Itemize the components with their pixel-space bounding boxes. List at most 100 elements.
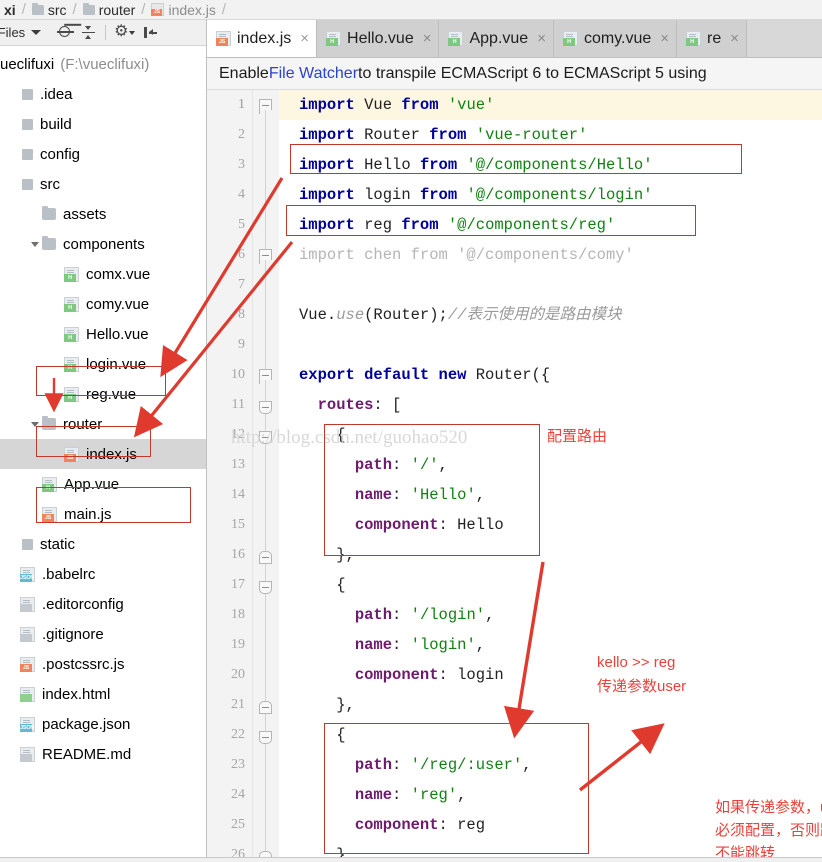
tree-item-label: package.json xyxy=(42,715,131,733)
tree-item-index-html[interactable]: index.html xyxy=(0,679,206,709)
tree-item-build[interactable]: build xyxy=(0,109,206,139)
tree-item-main-js[interactable]: JS main.js xyxy=(0,499,206,529)
file-watcher-link[interactable]: File Watcher xyxy=(269,65,358,83)
line-number: 15 xyxy=(231,517,245,532)
tree-item-config[interactable]: config xyxy=(0,139,206,169)
tree-item-postcssrc-js[interactable]: JS .postcssrc.js xyxy=(0,649,206,679)
chevron-down-icon[interactable] xyxy=(30,239,41,250)
code-line-20[interactable]: component: login xyxy=(299,660,504,690)
breadcrumb-label-src: src xyxy=(47,1,67,18)
code-text-area[interactable]: import Vue from 'vue' import Router from … xyxy=(231,90,822,861)
tab-label: re xyxy=(707,29,722,47)
code-line-24[interactable]: name: 'reg', xyxy=(299,780,467,810)
fold-marker-line-6[interactable] xyxy=(259,249,274,264)
collapse-all-icon[interactable] xyxy=(80,24,97,41)
tree-item-src[interactable]: src xyxy=(0,169,206,199)
tree-item-components[interactable]: components xyxy=(0,229,206,259)
tree-item-static[interactable]: static xyxy=(0,529,206,559)
tab-close-icon[interactable]: × xyxy=(423,31,432,46)
fold-marker-line-16[interactable] xyxy=(259,551,274,564)
chevron-down-icon[interactable] xyxy=(31,30,42,35)
tree-item-gitignore[interactable]: .gitignore xyxy=(0,619,206,649)
project-files-label[interactable]: ct Files xyxy=(0,25,25,40)
tab-index-js[interactable]: JS index.js × xyxy=(207,20,318,57)
code-line-3[interactable]: import Hello from '@/components/Hello' xyxy=(299,150,653,180)
tab-app-vue[interactable]: H App.vue × xyxy=(439,20,554,57)
tab-close-icon[interactable]: × xyxy=(300,31,309,46)
toolbar-divider xyxy=(105,25,107,40)
tree-root-row[interactable]: ueclifuxi (F:\vueclifuxi) xyxy=(0,49,206,79)
code-line-15[interactable]: component: Hello xyxy=(299,510,504,540)
code-line-5[interactable]: import reg from '@/components/reg' xyxy=(299,210,615,240)
settings-gear-icon[interactable] xyxy=(114,22,136,41)
tab-comy-vue[interactable]: Hcomy.vue × xyxy=(553,20,678,57)
tab-close-icon[interactable]: × xyxy=(730,31,739,46)
editor-tabbar: JS index.js × H Hello.vue × H App.vue × Hcomy.vue… xyxy=(207,20,822,58)
code-line-4[interactable]: import login from '@/components/login' xyxy=(299,180,653,210)
code-editor[interactable]: 1 2 3 4 5 6 7 8 9 10 11 12 13 14 15 16 17 18 19 20 21 22 23 24 2… xyxy=(207,90,822,861)
code-line-19[interactable]: name: 'login', xyxy=(299,630,485,660)
tree-item-label: comx.vue xyxy=(86,265,151,283)
line-number: 5 xyxy=(238,217,245,232)
tree-item-comx-vue[interactable]: Hcomx.vue xyxy=(0,259,206,289)
tree-item-assets[interactable]: assets xyxy=(0,199,206,229)
locate-icon[interactable] xyxy=(57,24,75,41)
tree-item-label: App.vue xyxy=(64,475,120,493)
code-line-2[interactable]: import Router from 'vue-router' xyxy=(299,120,587,150)
tree-item-hello-vue[interactable]: H Hello.vue xyxy=(0,319,206,349)
breadcrumb-item-project[interactable]: xi xyxy=(2,2,18,18)
chevron-down-icon[interactable] xyxy=(30,419,41,430)
code-line-1[interactable]: import Vue from 'vue' xyxy=(299,90,494,120)
line-number: 14 xyxy=(231,487,245,502)
hide-panel-icon[interactable] xyxy=(142,24,159,41)
code-line-16[interactable]: }, xyxy=(299,540,355,570)
code-line-22[interactable]: { xyxy=(299,720,345,750)
code-line-6[interactable]: import chen from '@/components/comy' xyxy=(299,240,634,270)
js-file-icon: JS xyxy=(20,656,35,672)
breadcrumb-item-src[interactable]: src xyxy=(30,2,69,18)
code-line-13[interactable]: path: '/', xyxy=(299,450,448,480)
breadcrumb-item-router[interactable]: router xyxy=(81,2,138,18)
tree-item-app-vue[interactable]: H App.vue xyxy=(0,469,206,499)
tab-hello-vue[interactable]: H Hello.vue × xyxy=(317,20,440,57)
project-root-name: ueclifuxi xyxy=(0,55,55,73)
code-line-18[interactable]: path: '/login', xyxy=(299,600,495,630)
code-line-17[interactable]: { xyxy=(299,570,345,600)
fold-marker-line-12[interactable] xyxy=(259,431,274,444)
tree-item-login-vue[interactable]: Hlogin.vue xyxy=(0,349,206,379)
tree-item-comy-vue[interactable]: Hcomy.vue xyxy=(0,289,206,319)
tree-item-idea[interactable]: .idea xyxy=(0,79,206,109)
fold-marker-line-1[interactable] xyxy=(259,99,274,114)
tab-close-icon[interactable]: × xyxy=(660,31,669,46)
tab-re[interactable]: Hre × xyxy=(677,20,748,57)
project-toolbar: ct Files xyxy=(0,20,206,46)
code-line-11[interactable]: routes: [ xyxy=(299,390,402,420)
code-line-8[interactable]: Vue.use(Router);//表示使用的是路由模块 xyxy=(299,300,621,330)
tree-item-index-js[interactable]: JS index.js xyxy=(0,439,206,469)
tree-item-reg-vue[interactable]: Hreg.vue xyxy=(0,379,206,409)
fold-marker-line-11[interactable] xyxy=(259,401,274,414)
code-line-21[interactable]: }, xyxy=(299,690,355,720)
tree-item-editorconfig[interactable]: .editorconfig xyxy=(0,589,206,619)
fold-marker-line-17[interactable] xyxy=(259,581,274,594)
json-file-icon: JSON xyxy=(20,566,35,582)
code-line-25[interactable]: component: reg xyxy=(299,810,485,840)
fold-marker-line-21[interactable] xyxy=(259,701,274,714)
code-line-12[interactable]: { xyxy=(299,420,345,450)
tab-close-icon[interactable]: × xyxy=(537,31,546,46)
code-line-23[interactable]: path: '/reg/:user', xyxy=(299,750,532,780)
code-line-10[interactable]: export default new Router({ xyxy=(299,360,550,390)
code-line-14[interactable]: name: 'Hello', xyxy=(299,480,485,510)
tree-item-readme-md[interactable]: README.md xyxy=(0,739,206,769)
breadcrumb-separator: / xyxy=(72,1,77,18)
tree-item-babelrc[interactable]: JSON .babelrc xyxy=(0,559,206,589)
tree-item-router[interactable]: router xyxy=(0,409,206,439)
breadcrumb-item-index-js[interactable]: index.js xyxy=(149,2,217,18)
tree-item-package-json[interactable]: JSON package.json xyxy=(0,709,206,739)
fold-marker-line-22[interactable] xyxy=(259,731,274,744)
fold-marker-line-10[interactable] xyxy=(259,369,274,384)
